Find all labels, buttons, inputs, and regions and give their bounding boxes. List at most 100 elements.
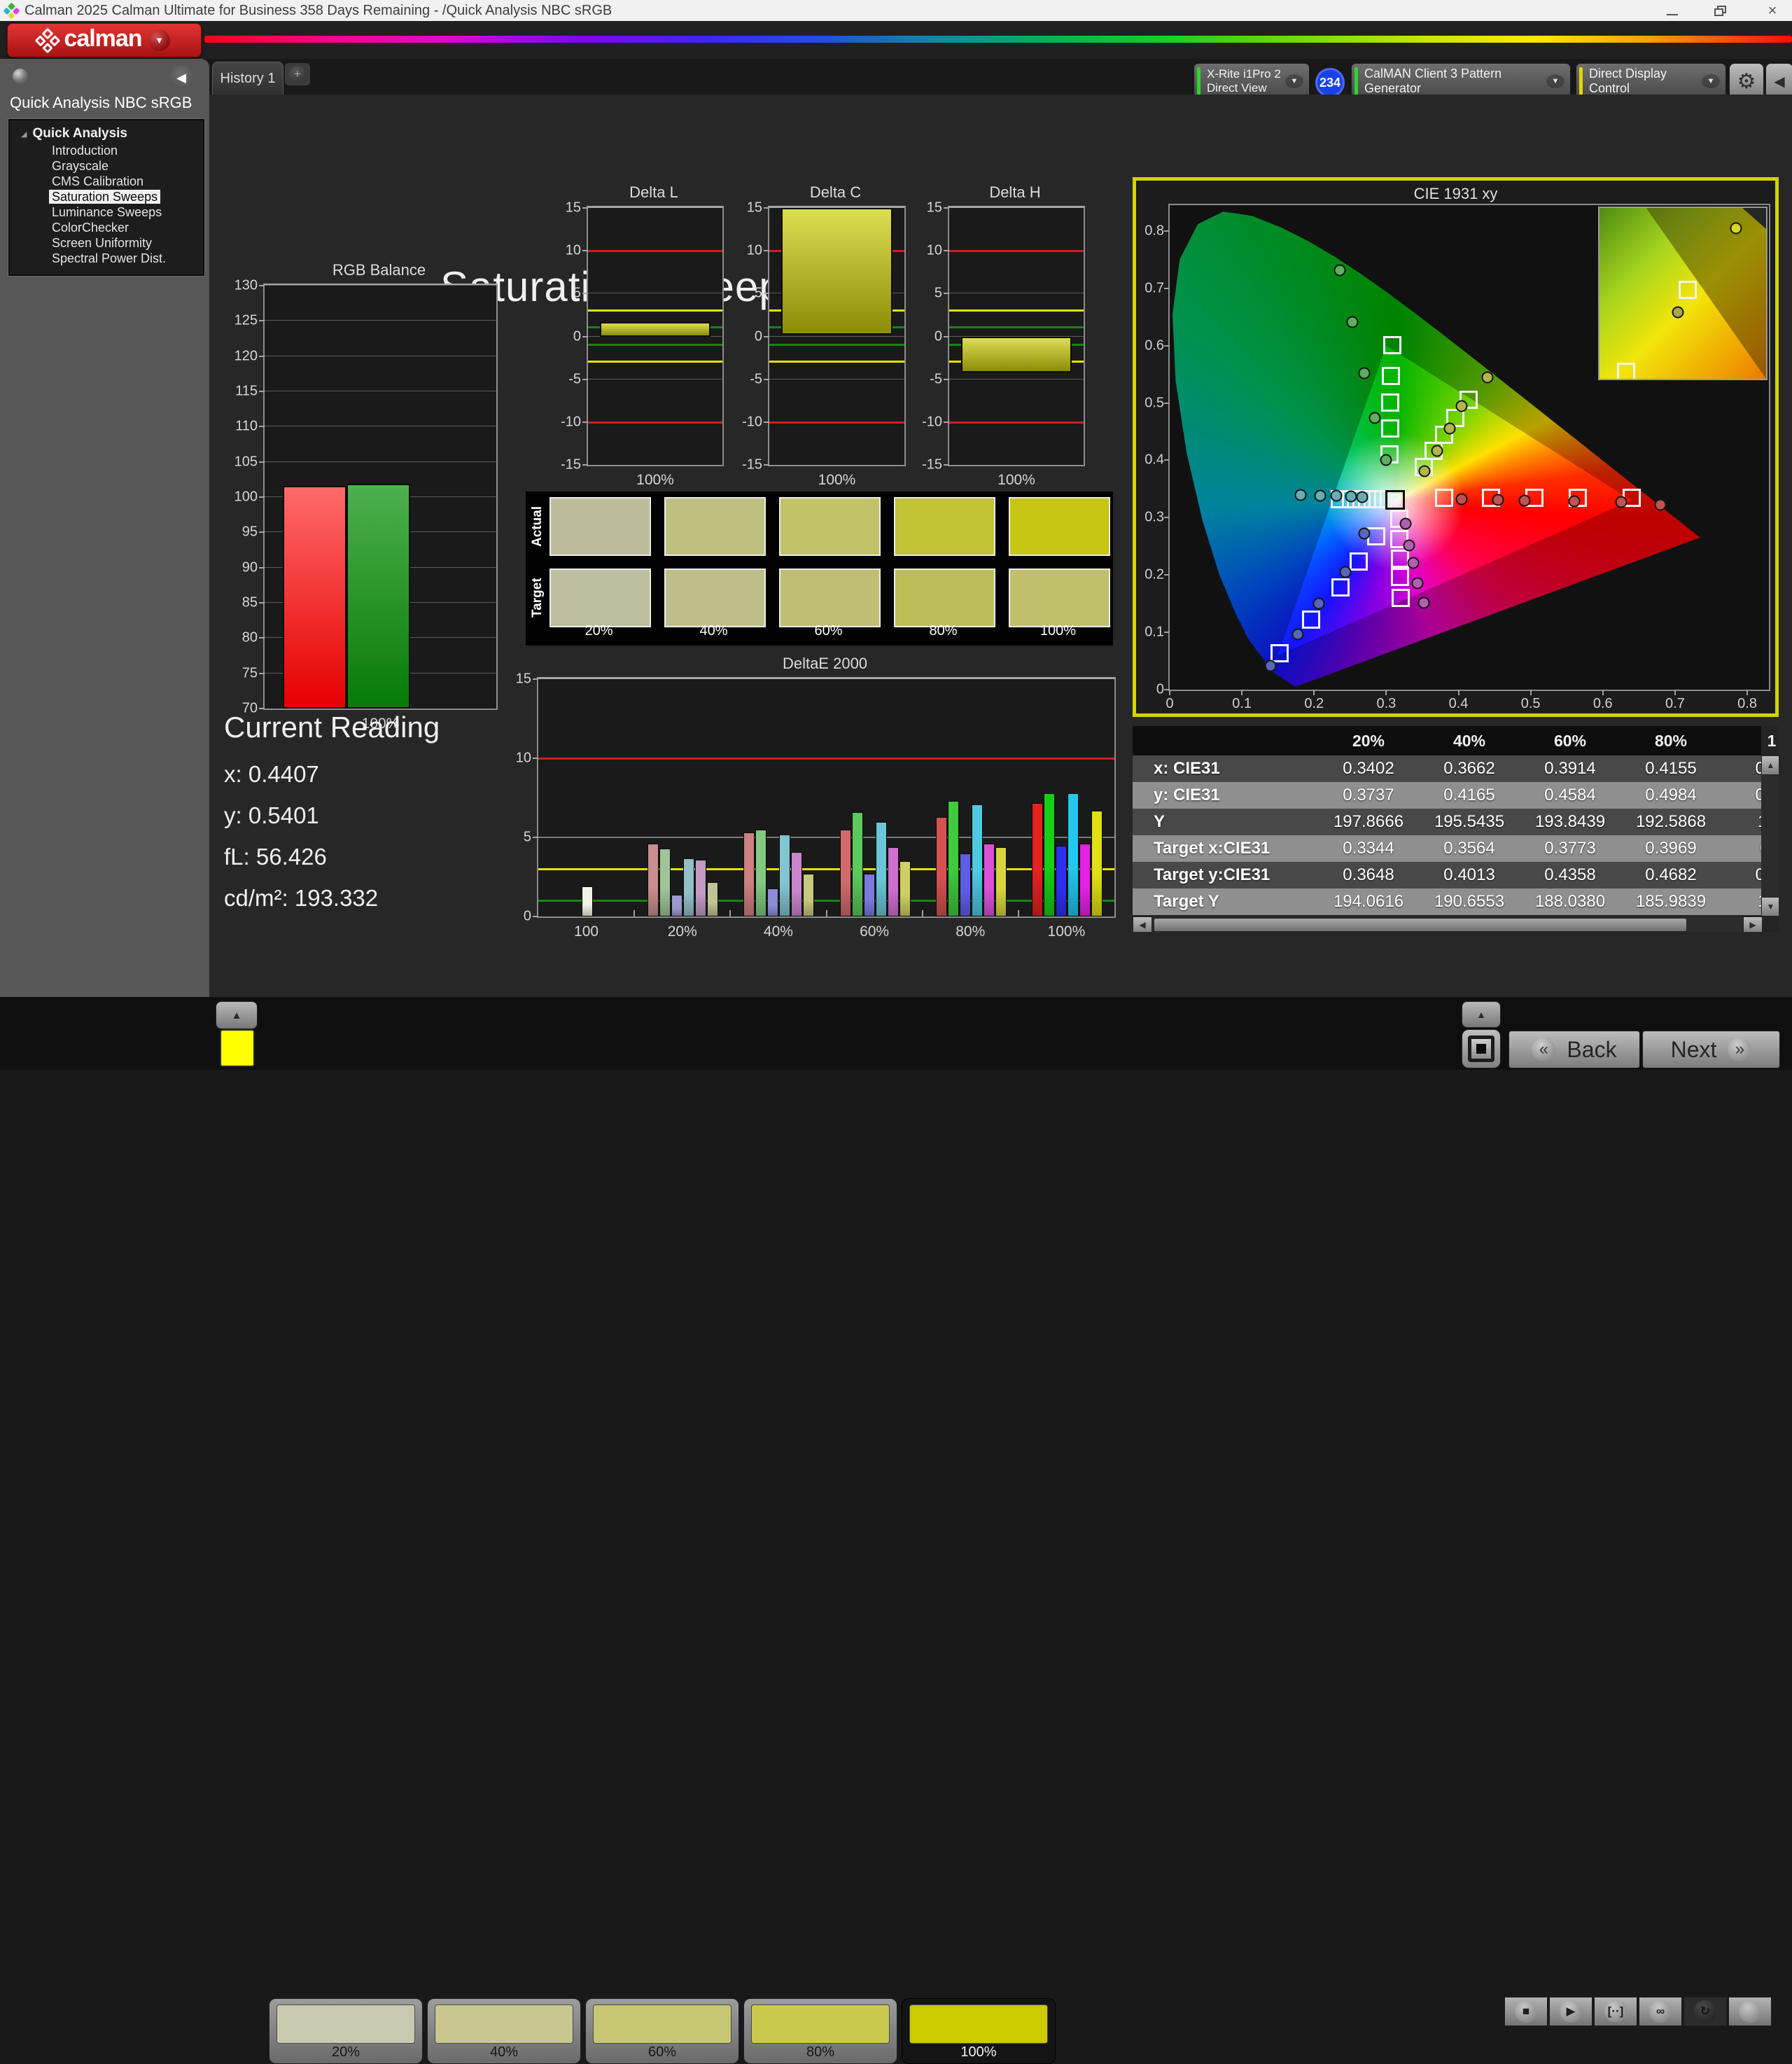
sidebar-item-colorchecker[interactable]: ColorChecker — [49, 220, 203, 235]
gridline — [538, 837, 1114, 838]
pattern-button-100%[interactable]: 100% — [902, 1998, 1056, 2064]
blank-button[interactable] — [1728, 1997, 1772, 2026]
measured-point-blue — [1313, 598, 1325, 610]
maximize-icon[interactable] — [1714, 6, 1726, 16]
sidebar-item-spectral-power-dist-[interactable]: Spectral Power Dist. — [49, 251, 203, 266]
limit-line-red — [949, 421, 1084, 424]
chevron-down-icon[interactable]: ▼ — [149, 30, 170, 51]
deltae-bar — [803, 874, 814, 916]
scroll-left-icon[interactable]: ◀ — [1133, 916, 1152, 932]
target-square-blue — [1270, 644, 1289, 662]
refresh-button[interactable]: ↻ — [1684, 1997, 1727, 2026]
pattern-button-60%[interactable]: 60% — [585, 1998, 739, 2064]
close-icon[interactable]: × — [1763, 0, 1782, 21]
table-cell: 194.0616 — [1318, 888, 1419, 915]
sphere-icon — [13, 69, 28, 84]
table-row: x: CIE310.34020.36620.39140.41550.44 — [1133, 755, 1761, 782]
scroll-right-icon[interactable]: ▶ — [1743, 916, 1763, 932]
scroll-up-icon[interactable]: ▲ — [1761, 755, 1779, 775]
chevron-down-icon[interactable]: ▼ — [1702, 74, 1720, 88]
table-cell: 193.8439 — [1520, 809, 1620, 835]
calman-menu-button[interactable]: calman ▼ — [7, 23, 202, 57]
deltae-bar — [683, 858, 694, 916]
y-tick — [1164, 689, 1170, 690]
sidebar-item-saturation-sweeps[interactable]: Saturation Sweeps — [49, 189, 203, 204]
sidebar-collapse-icon[interactable]: ◀ — [169, 66, 193, 90]
x-tick — [1241, 690, 1242, 695]
sidebar-item-luminance-sweeps[interactable]: Luminance Sweeps — [49, 204, 203, 220]
x-tick-label: 0 — [1166, 696, 1173, 712]
rainbow-strip — [204, 36, 1792, 43]
cie-1931-panel[interactable]: CIE 1931 xy 00.10.20.30.40.50.60.70.800.… — [1133, 177, 1779, 717]
deltae-bar — [972, 804, 983, 916]
back-button[interactable]: « Back — [1508, 1031, 1640, 1068]
target-square-green — [1383, 336, 1401, 354]
blank-icon — [1739, 2000, 1761, 2023]
scroll-down-icon[interactable]: ▼ — [1761, 897, 1779, 916]
tab-history-1[interactable]: History 1 — [212, 62, 284, 95]
add-tab-button[interactable]: + — [285, 63, 310, 85]
y-tick — [1164, 345, 1170, 347]
horizontal-scroll-thumb[interactable] — [1154, 918, 1687, 932]
y-tick-label: 115 — [235, 384, 258, 400]
next-chevron-icon: » — [1728, 1038, 1751, 1061]
deltae-bar — [840, 830, 851, 916]
continuous-button[interactable]: ∞ — [1639, 1997, 1682, 2026]
pattern-button-40%[interactable]: 40% — [427, 1998, 581, 2064]
table-cell: 0.4155 — [1620, 755, 1721, 782]
deltae-bar — [864, 874, 875, 916]
x-tick-label: 0.4 — [1449, 696, 1469, 712]
vertical-scrollbar[interactable] — [1761, 755, 1779, 915]
tree-root[interactable]: ◢ Quick Analysis — [21, 126, 203, 141]
y-tick-label: 0 — [934, 328, 942, 344]
nav-up-button[interactable]: ▲ — [1462, 1001, 1501, 1028]
stop-button[interactable]: ■ — [1504, 1997, 1548, 2026]
y-tick-label: 90 — [242, 559, 258, 576]
measured-point-yellow — [1455, 400, 1467, 412]
pattern-button-80%[interactable]: 80% — [743, 1998, 897, 2064]
measured-point-green — [1380, 454, 1392, 466]
series-button[interactable]: [··] — [1594, 1997, 1637, 2026]
minimize-icon[interactable] — [1667, 6, 1678, 15]
chevron-down-icon[interactable]: ▼ — [1546, 74, 1564, 88]
play-button[interactable]: ▶ — [1549, 1997, 1592, 2026]
pattern-color-swatch[interactable] — [220, 1029, 255, 1067]
table-cell: 0.4165 — [1419, 782, 1520, 809]
deltae-group-label: 100 — [538, 923, 634, 940]
swatch-actual-100% — [1009, 497, 1110, 556]
y-tick-label: 5 — [934, 286, 942, 302]
table-cell: 0.4358 — [1520, 862, 1620, 888]
stop-pattern-button[interactable] — [1462, 1029, 1501, 1068]
sidebar-item-introduction[interactable]: Introduction — [49, 143, 203, 158]
x-tick-label: 0.2 — [1304, 696, 1324, 712]
next-label: Next — [1671, 1037, 1717, 1063]
pattern-selector-up-button[interactable]: ▲ — [216, 1001, 258, 1029]
y-tick — [944, 207, 949, 209]
deltae-bar — [707, 882, 718, 916]
deltae-bar — [983, 844, 995, 916]
deltae-bar — [888, 847, 899, 916]
table-cell: 0.4013 — [1419, 862, 1520, 888]
source-status-bar — [1354, 67, 1358, 95]
delta-l-chart: Delta L151050-5-10-15100% — [587, 206, 721, 463]
current-reading-cd: cd/m²: 193.332 — [224, 885, 440, 912]
meter-count-badge[interactable]: 234 — [1315, 68, 1345, 97]
limit-line-red — [588, 250, 722, 252]
deltae-bar — [648, 844, 659, 916]
y-tick — [1164, 459, 1170, 461]
pattern-button-20%[interactable]: 20% — [269, 1998, 423, 2064]
tree-expander-icon[interactable]: ◢ — [21, 130, 27, 139]
app-icon-quadrant — [13, 7, 20, 15]
swatch-actual-60% — [779, 497, 881, 556]
sidebar-item-screen-uniformity[interactable]: Screen Uniformity — [49, 235, 203, 251]
swatch-column-label: 100% — [1009, 623, 1107, 639]
sidebar-item-grayscale[interactable]: Grayscale — [49, 158, 203, 174]
y-tick — [582, 464, 588, 466]
y-tick — [944, 379, 949, 380]
current-measurement-marker — [1385, 490, 1405, 510]
pattern-label: 40% — [428, 2044, 580, 2060]
deltae-bar — [852, 812, 863, 916]
sidebar-item-cms-calibration[interactable]: CMS Calibration — [49, 174, 203, 189]
chevron-down-icon[interactable]: ▼ — [1285, 74, 1303, 88]
next-button[interactable]: Next » — [1642, 1031, 1780, 1068]
